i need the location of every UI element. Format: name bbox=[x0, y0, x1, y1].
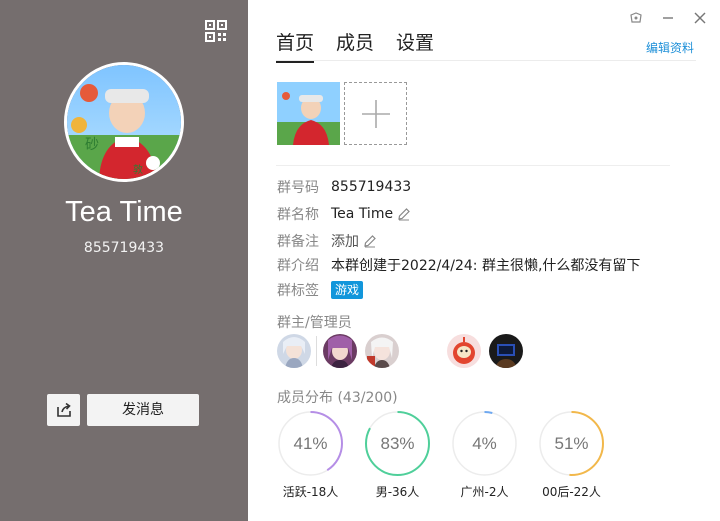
qr-code-icon[interactable] bbox=[205, 20, 227, 42]
stat-item: 41% 活跃-18人 bbox=[277, 410, 344, 500]
info-row-number: 群号码 855719433 bbox=[277, 177, 411, 197]
intro-label: 群介绍 bbox=[277, 258, 319, 274]
admin-avatar[interactable] bbox=[447, 334, 481, 368]
admin-avatar[interactable] bbox=[323, 334, 357, 368]
group-tag-badge[interactable]: 游戏 bbox=[331, 281, 364, 299]
group-name-label: 群名称 bbox=[277, 207, 319, 223]
add-photo-button[interactable] bbox=[344, 82, 407, 145]
stat-ring: 4% bbox=[451, 410, 518, 477]
stat-label: 男-36人 bbox=[375, 485, 420, 499]
stat-label: 广州-2人 bbox=[460, 485, 509, 499]
tab-divider bbox=[276, 60, 696, 61]
window-controls bbox=[628, 10, 708, 26]
owner-admin-separator bbox=[316, 336, 317, 366]
tab-members[interactable]: 成员 bbox=[336, 28, 374, 63]
stat-percent: 51% bbox=[554, 434, 589, 453]
stat-label: 00后-22人 bbox=[542, 485, 601, 499]
admin-avatar[interactable] bbox=[277, 334, 311, 368]
group-detail-panel: 首页 成员 设置 编辑资料 群号码 855719433 群名称 Tea Time bbox=[248, 0, 720, 521]
stat-label: 活跃-18人 bbox=[282, 485, 339, 499]
stat-item: 4% 广州-2人 bbox=[451, 410, 518, 500]
section-divider bbox=[276, 165, 670, 166]
add-remark-link[interactable]: 添加 bbox=[331, 231, 359, 251]
group-number-label: 群号码 bbox=[277, 180, 319, 196]
group-title: Tea Time bbox=[65, 196, 183, 228]
info-row-intro: 群介绍 本群创建于2022/4/24: 群主很懒,什么都没有留下 bbox=[277, 255, 640, 275]
edit-profile-link[interactable]: 编辑资料 bbox=[646, 39, 694, 56]
stat-ring: 51% bbox=[538, 410, 605, 477]
share-icon bbox=[56, 402, 71, 417]
group-avatar[interactable]: 砂 敦 bbox=[64, 62, 184, 182]
skin-icon[interactable] bbox=[628, 10, 644, 26]
plus-icon bbox=[361, 99, 390, 128]
send-message-button[interactable]: 发消息 bbox=[87, 394, 199, 426]
member-distribution: 41% 活跃-18人 83% 男-36人 4% 广州-2人 51% 00后-22人 bbox=[277, 410, 605, 500]
tag-label: 群标签 bbox=[277, 283, 319, 299]
admin-avatar[interactable] bbox=[489, 334, 523, 368]
admin-list bbox=[277, 334, 531, 368]
edit-remark-pencil-icon[interactable] bbox=[363, 234, 377, 248]
stat-percent: 83% bbox=[380, 434, 415, 453]
member-distribution-title: 成员分布 (43/200) bbox=[277, 390, 398, 406]
info-row-remark: 群备注 添加 bbox=[277, 231, 377, 251]
admin-avatar[interactable] bbox=[365, 334, 399, 368]
stat-ring: 41% bbox=[277, 410, 344, 477]
svg-text:敦: 敦 bbox=[133, 163, 143, 176]
group-name-value: Tea Time bbox=[331, 206, 394, 222]
minimize-icon[interactable] bbox=[660, 10, 676, 26]
info-row-name: 群名称 Tea Time bbox=[277, 204, 411, 224]
group-photo-thumbnail[interactable] bbox=[277, 82, 340, 145]
remark-label: 群备注 bbox=[277, 234, 319, 250]
stat-item: 51% 00后-22人 bbox=[538, 410, 605, 500]
tab-home[interactable]: 首页 bbox=[276, 28, 315, 63]
edit-name-pencil-icon[interactable] bbox=[397, 207, 411, 221]
share-button[interactable] bbox=[47, 394, 80, 426]
stat-percent: 41% bbox=[293, 434, 328, 453]
stat-item: 83% 男-36人 bbox=[364, 410, 431, 500]
intro-value: 本群创建于2022/4/24: 群主很懒,什么都没有留下 bbox=[331, 258, 641, 274]
tab-bar: 首页 成员 设置 bbox=[276, 28, 434, 63]
group-profile-panel: 砂 敦 Tea Time 855719433 发消息 bbox=[0, 0, 248, 521]
stat-ring: 83% bbox=[364, 410, 431, 477]
group-number: 855719433 bbox=[83, 240, 165, 256]
stat-percent: 4% bbox=[472, 434, 497, 453]
info-row-tag: 群标签 游戏 bbox=[277, 280, 364, 300]
svg-text:砂: 砂 bbox=[85, 137, 99, 153]
close-icon[interactable] bbox=[692, 10, 708, 26]
tab-settings[interactable]: 设置 bbox=[396, 28, 434, 63]
group-number-value: 855719433 bbox=[331, 179, 412, 195]
admins-title: 群主/管理员 bbox=[277, 315, 352, 331]
